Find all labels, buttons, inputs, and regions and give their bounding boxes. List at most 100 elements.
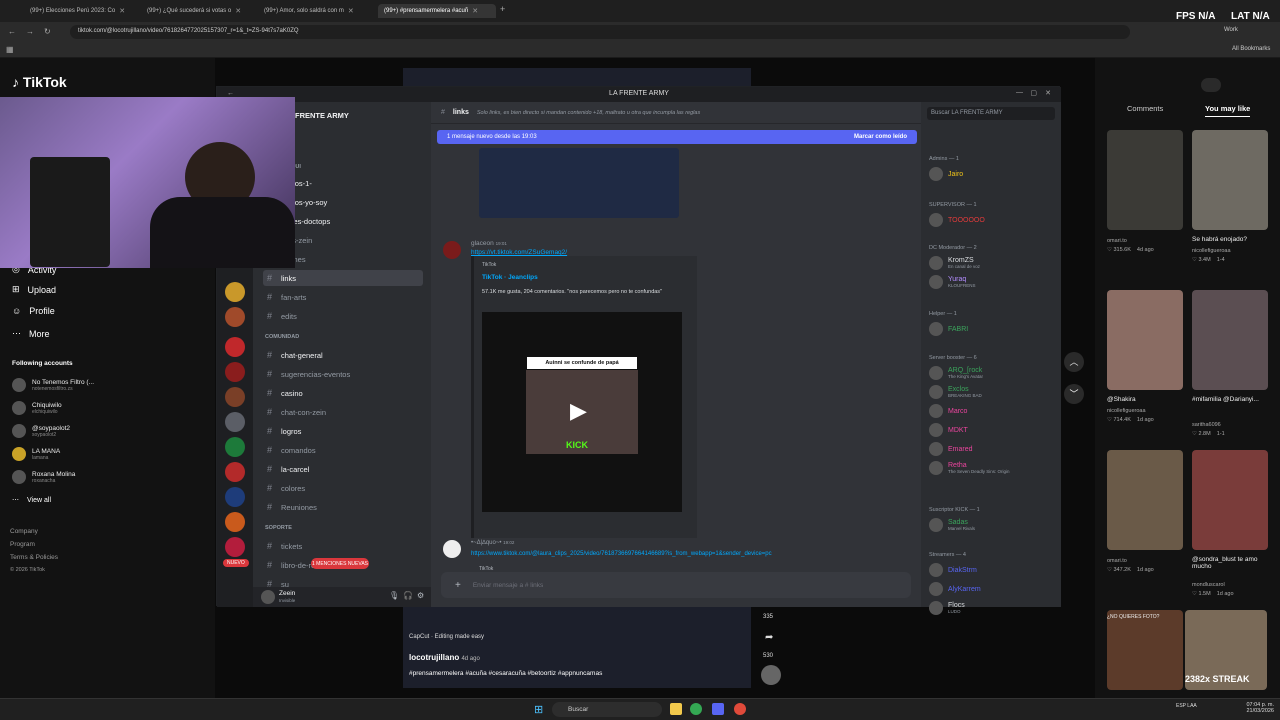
server-icon[interactable] bbox=[225, 387, 245, 407]
add-attachment-icon[interactable]: + bbox=[455, 580, 461, 591]
footer-link[interactable]: Terms & Policies bbox=[10, 554, 58, 561]
server-icon[interactable] bbox=[225, 437, 245, 457]
discord-icon[interactable] bbox=[712, 703, 724, 715]
server-icon[interactable] bbox=[225, 537, 245, 557]
apps-icon[interactable]: ▦ bbox=[6, 45, 14, 54]
nav-more[interactable]: ⋯ More bbox=[12, 328, 50, 339]
channel-item[interactable]: # edits bbox=[263, 308, 423, 324]
toggle-icon[interactable] bbox=[1201, 78, 1221, 92]
message-link[interactable]: https://vt.tiktok.com/ZSuGemaq2/ bbox=[471, 249, 567, 256]
video-thumbnail[interactable] bbox=[1107, 450, 1183, 550]
browser-tab[interactable]: (99+) Elecciones Perú 2023: Co ✕ bbox=[24, 4, 136, 18]
avatar[interactable] bbox=[443, 540, 461, 558]
gear-icon[interactable]: ⚙ bbox=[417, 591, 424, 600]
server-icon[interactable] bbox=[225, 337, 245, 357]
member-item[interactable]: KromZS En canal de voz bbox=[927, 255, 1051, 271]
server-icon[interactable] bbox=[225, 462, 245, 482]
member-item[interactable]: Sadas Marvel Rivals bbox=[927, 517, 1051, 533]
embed-video[interactable]: Auinni se confunde de papá ▶ KICK bbox=[482, 312, 682, 512]
browser-tab-active[interactable]: (99+) #prensamermelera #acuñ ✕ bbox=[378, 4, 496, 18]
member-item[interactable]: Flocs LUDO bbox=[927, 600, 1051, 616]
channel-category[interactable]: COMUNIDAD bbox=[265, 334, 299, 340]
back-icon[interactable]: ← bbox=[8, 27, 16, 36]
video-author[interactable]: locotrujillano 4d ago bbox=[409, 653, 480, 662]
microphone-icon[interactable]: 🎙 bbox=[389, 591, 399, 600]
server-icon[interactable] bbox=[225, 412, 245, 432]
view-all-link[interactable]: ⋯ View all bbox=[12, 496, 51, 505]
tab-you-may-like[interactable]: You may like bbox=[1205, 104, 1251, 117]
browser-tab[interactable]: (99+) ¿Qué sucederá si votas o ✕ bbox=[141, 4, 253, 18]
minimize-icon[interactable]: — bbox=[1016, 89, 1023, 96]
close-icon[interactable]: ✕ bbox=[235, 7, 241, 15]
taskbar-search[interactable]: Buscar bbox=[552, 702, 662, 717]
reload-icon[interactable]: ↻ bbox=[44, 27, 51, 36]
tab-comments[interactable]: Comments bbox=[1127, 104, 1163, 113]
scroll-up-button[interactable]: ︿ bbox=[1064, 352, 1084, 372]
video-thumbnail[interactable] bbox=[1192, 290, 1268, 390]
message-author[interactable]: •~Δ|∆quo~• 19:02 bbox=[471, 540, 514, 546]
channel-item[interactable]: # links bbox=[263, 270, 423, 286]
server-icon[interactable] bbox=[225, 282, 245, 302]
card-user[interactable]: omari.to bbox=[1107, 558, 1127, 564]
tiktok-logo[interactable]: ♪ TikTok bbox=[12, 74, 67, 90]
following-account[interactable]: LA MANA lamana bbox=[12, 447, 60, 461]
message-link[interactable]: https://www.tiktok.com/@laura_clips_2025… bbox=[471, 551, 772, 557]
channel-item[interactable]: # comandos bbox=[263, 442, 423, 458]
previous-embed-image[interactable] bbox=[479, 148, 679, 218]
channel-item[interactable]: # su bbox=[263, 576, 423, 592]
channel-item[interactable]: # Reuniones bbox=[263, 499, 423, 515]
close-icon[interactable]: ✕ bbox=[472, 7, 478, 15]
video-thumbnail[interactable] bbox=[1192, 130, 1268, 230]
message-author[interactable]: glaceon 19:01 bbox=[471, 240, 507, 247]
language-indicator[interactable]: ESP LAA bbox=[1176, 703, 1198, 709]
following-account[interactable]: @soypaolot2 soypaolot2 bbox=[12, 424, 70, 438]
play-icon[interactable]: ▶ bbox=[570, 398, 587, 424]
member-item[interactable]: DiakStrm bbox=[927, 562, 1051, 578]
mark-as-read-button[interactable]: Marcar como leído bbox=[854, 134, 907, 140]
card-user[interactable]: mondluscarol bbox=[1192, 582, 1225, 588]
message-composer[interactable]: + Enviar mensaje a # links bbox=[441, 572, 911, 598]
card-user[interactable]: nicollefigueroaa bbox=[1192, 248, 1231, 254]
back-icon[interactable]: ← bbox=[227, 90, 234, 97]
member-item[interactable]: TOOOOOO bbox=[927, 212, 1051, 228]
mentions-badge[interactable]: 1 MENCIONES NUEVAS bbox=[311, 558, 369, 569]
server-icon[interactable] bbox=[225, 362, 245, 382]
card-user[interactable]: saritha6096 bbox=[1192, 422, 1221, 428]
windows-start-icon[interactable]: ⊞ bbox=[534, 703, 543, 716]
card-user[interactable]: nicollefigueroaa bbox=[1107, 408, 1146, 414]
server-name[interactable]: FRENTE ARMY bbox=[295, 111, 349, 120]
member-item[interactable]: Retha The Seven Deadly Sins: Origin bbox=[927, 460, 1051, 476]
channel-item[interactable]: # chat-con-zein bbox=[263, 404, 423, 420]
scroll-down-button[interactable]: ﹀ bbox=[1064, 384, 1084, 404]
channel-item[interactable]: # sugerencias-eventos bbox=[263, 366, 423, 382]
headphones-icon[interactable]: 🎧 bbox=[403, 591, 413, 600]
embed-title[interactable]: TikTok · Jeanclips bbox=[482, 274, 538, 281]
browser-icon[interactable] bbox=[734, 703, 746, 715]
url-input[interactable]: tiktok.com/@locotrujillano/video/7618264… bbox=[70, 25, 1130, 39]
channel-category[interactable]: SOPORTE bbox=[265, 525, 292, 531]
channel-item[interactable]: # logros bbox=[263, 423, 423, 439]
maximize-icon[interactable]: ▢ bbox=[1030, 89, 1037, 97]
avatar[interactable] bbox=[443, 241, 461, 259]
avatar[interactable] bbox=[261, 590, 275, 604]
nav-profile[interactable]: ☺ Profile bbox=[12, 306, 55, 316]
all-bookmarks[interactable]: All Bookmarks bbox=[1232, 46, 1270, 52]
channel-item[interactable]: # casino bbox=[263, 385, 423, 401]
close-icon[interactable]: ✕ bbox=[119, 7, 125, 15]
member-item[interactable]: MDKT bbox=[927, 422, 1051, 438]
member-item[interactable]: ARQ_[rock The King's Avatar bbox=[927, 365, 1051, 381]
video-hashtags[interactable]: #prensamermelera #acuña #cesaracuña #bet… bbox=[409, 670, 602, 677]
footer-link[interactable]: Company bbox=[10, 528, 38, 535]
video-thumbnail[interactable] bbox=[1107, 290, 1183, 390]
video-thumbnail[interactable] bbox=[1107, 610, 1183, 690]
video-thumbnail[interactable] bbox=[1192, 450, 1268, 550]
video-thumbnail[interactable] bbox=[1107, 130, 1183, 230]
share-icon[interactable]: ➦ bbox=[765, 632, 773, 643]
following-account[interactable]: Chiquiwilo elchiquiwilo bbox=[12, 401, 62, 415]
close-icon[interactable]: ✕ bbox=[348, 7, 354, 15]
sound-avatar[interactable] bbox=[761, 665, 781, 685]
server-icon[interactable] bbox=[225, 512, 245, 532]
member-item[interactable]: Exclos BREAKING BAD bbox=[927, 384, 1051, 400]
file-explorer-icon[interactable] bbox=[670, 703, 682, 715]
server-icon[interactable] bbox=[225, 307, 245, 327]
